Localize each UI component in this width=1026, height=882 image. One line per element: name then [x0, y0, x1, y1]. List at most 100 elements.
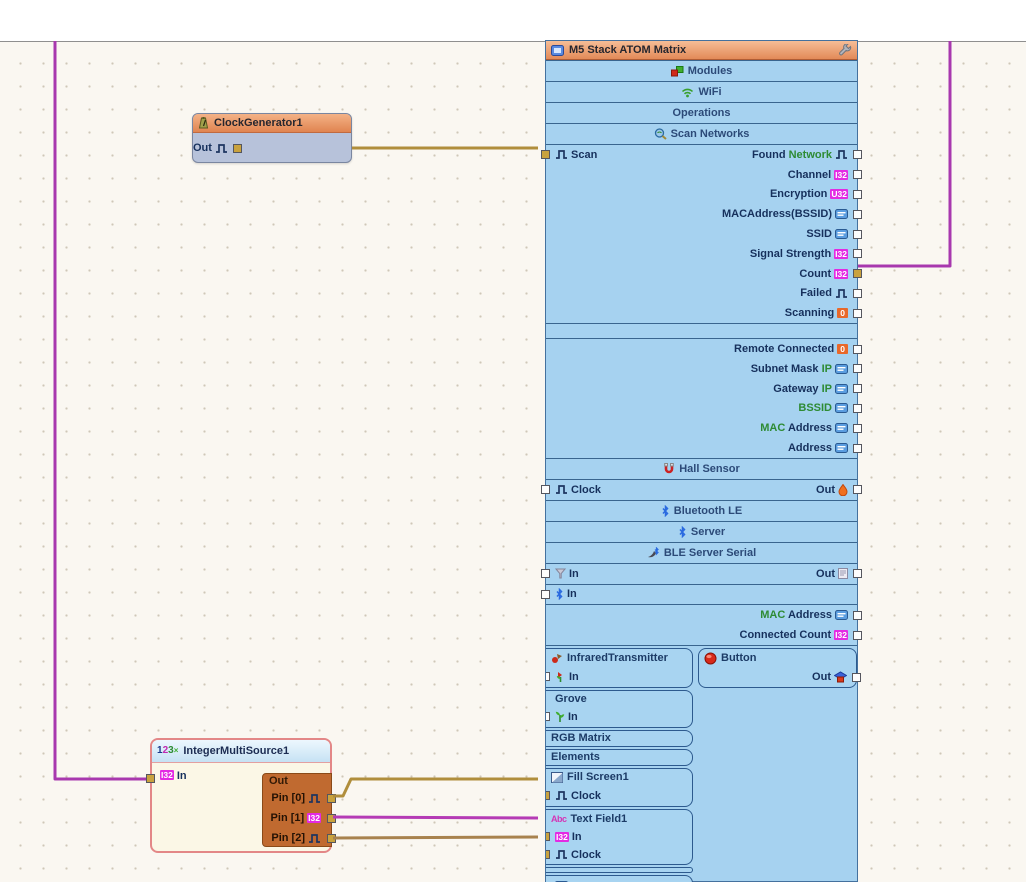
pin-address[interactable]: Address [788, 442, 857, 454]
integer-multi-source-title-bar: 123× IntegerMultiSource1 [152, 740, 330, 763]
pin-out[interactable]: Out [812, 671, 856, 683]
subpanel-in[interactable]: In [545, 875, 693, 882]
clock-pin-icon [555, 484, 568, 495]
subpanel-title: Fill Screen1 [546, 769, 692, 786]
pin-mac-address[interactable]: MAC Address [760, 609, 857, 621]
pin-connector[interactable] [853, 485, 862, 494]
pin-signal-strength[interactable]: Signal StrengthI32 [750, 248, 857, 260]
pin-connector[interactable] [541, 569, 550, 578]
pin-connector[interactable] [853, 569, 862, 578]
pin-connected-count[interactable]: Connected CountI32 [740, 629, 858, 641]
subpanel-title: RGB Matrix [546, 731, 692, 746]
pin-connector[interactable] [233, 144, 242, 153]
pin-label: BSSID [798, 402, 832, 414]
wire-pin2-to-textfield-clock[interactable] [333, 837, 538, 838]
pin-pin-1[interactable]: Pin [1]I32 [263, 808, 331, 828]
pin-connector[interactable] [853, 631, 862, 640]
clock-pin-icon [555, 149, 568, 160]
component-clock-generator[interactable]: ClockGenerator1 Out [192, 113, 352, 163]
pin-pin-2[interactable]: Pin [2] [263, 828, 331, 848]
design-canvas[interactable]: ClockGenerator1 Out 123× IntegerMultiSou… [0, 0, 1026, 882]
pin-connector[interactable] [853, 150, 862, 159]
pin-row: ChannelI32 [546, 165, 857, 185]
pin-connector[interactable] [545, 672, 550, 681]
pin-connector[interactable] [541, 150, 550, 159]
pin-clock[interactable]: Clock [546, 790, 601, 802]
subpanel-title-label: Button [721, 652, 756, 664]
pin-connector[interactable] [853, 444, 862, 453]
pin-connector[interactable] [853, 230, 862, 239]
pin-out[interactable]: Out [816, 568, 857, 580]
pin-connector[interactable] [853, 170, 862, 179]
wire-count-to-top-edge[interactable] [858, 41, 950, 266]
pin-connector[interactable] [541, 590, 550, 599]
pin-failed[interactable]: Failed [800, 287, 857, 299]
pin-connector[interactable] [327, 794, 336, 803]
component-m5-stack-atom-matrix[interactable]: M5 Stack ATOM Matrix ModulesWiFiOperatio… [545, 40, 858, 882]
subpanel-grove[interactable]: GroveIn [545, 690, 693, 728]
pin-pin-0[interactable]: Pin [0] [263, 788, 331, 808]
pin-connector[interactable] [853, 249, 862, 258]
pin-connector[interactable] [541, 485, 550, 494]
pin-bssid[interactable]: BSSID [798, 402, 857, 414]
pin-connector[interactable] [853, 424, 862, 433]
pin-in[interactable]: In [546, 711, 578, 723]
pin-connector[interactable] [545, 791, 550, 800]
pin-channel[interactable]: ChannelI32 [788, 169, 857, 181]
pin-connector[interactable] [853, 190, 862, 199]
pin-row: Subnet Mask IP [546, 359, 857, 379]
pin-scanning[interactable]: Scanning0 [785, 307, 857, 319]
pin-connector[interactable] [853, 364, 862, 373]
subpanel-spacer[interactable] [545, 867, 693, 873]
pin-connector[interactable] [146, 774, 155, 783]
pin-connector[interactable] [852, 673, 861, 682]
pin-connector[interactable] [853, 384, 862, 393]
pin-connector[interactable] [853, 345, 862, 354]
pin-connector[interactable] [853, 309, 862, 318]
pin-subnet-mask-ip[interactable]: Subnet Mask IP [751, 363, 857, 375]
wire-pin1-to-textfield-in[interactable] [333, 817, 538, 818]
text-pin-icon [835, 423, 848, 433]
subpanel-rgb-matrix[interactable]: RGB Matrix [545, 730, 693, 747]
pin-connector[interactable] [545, 712, 550, 721]
pin-scan[interactable]: Scan [546, 149, 597, 161]
pin-in[interactable]: In [546, 568, 579, 580]
pin-mac-address[interactable]: MAC Address [760, 422, 857, 434]
pin-in[interactable]: In [546, 671, 579, 683]
m5-logo-icon [551, 45, 564, 56]
pin-clock[interactable]: Clock [546, 849, 601, 861]
pin-connector[interactable] [327, 814, 336, 823]
subpanel-infraredtransmitter[interactable]: InfraredTransmitterIn [545, 648, 693, 688]
subpanel-fill-screen1[interactable]: Fill Screen1 Clock [545, 768, 693, 807]
pin-connector[interactable] [327, 834, 336, 843]
pin-in[interactable]: I32In [546, 831, 582, 843]
pin-macaddress-bssid[interactable]: MACAddress(BSSID) [722, 208, 857, 220]
pin-gateway-ip[interactable]: Gateway IP [773, 383, 857, 395]
pin-ssid[interactable]: SSID [806, 228, 857, 240]
pin-encryption[interactable]: EncryptionU32 [770, 188, 857, 200]
wire-top-edge-to-multisource-in[interactable] [55, 41, 146, 779]
m5-title: M5 Stack ATOM Matrix [569, 44, 833, 56]
pin-connector[interactable] [545, 832, 550, 841]
pin-connector[interactable] [545, 850, 550, 859]
subpanel-button[interactable]: Button Out [698, 648, 857, 688]
pin-count[interactable]: CountI32 [799, 268, 857, 280]
pin-found-network[interactable]: Found Network [752, 149, 857, 161]
pin-in[interactable]: In [546, 588, 577, 600]
wire-pin0-to-fillscreen-clock[interactable] [333, 779, 538, 796]
i32-pin-icon: I32 [834, 269, 848, 279]
pin-connector[interactable] [853, 210, 862, 219]
pin-row: In [546, 667, 692, 687]
pin-connector[interactable] [853, 404, 862, 413]
pin-remote-connected[interactable]: Remote Connected0 [734, 343, 857, 355]
pin-out[interactable]: Out [816, 484, 857, 496]
subpanel-text-field1[interactable]: AbcText Field1I32InClock [545, 809, 693, 865]
component-integer-multi-source[interactable]: 123× IntegerMultiSource1 I32In Out Pin [… [150, 738, 332, 853]
pin-connector[interactable] [853, 289, 862, 298]
pin-out[interactable]: Out [193, 142, 237, 154]
pin-connector[interactable] [853, 611, 862, 620]
pin-connector[interactable] [853, 269, 862, 278]
wrench-icon[interactable] [838, 44, 852, 57]
subpanel-elements[interactable]: Elements [545, 749, 693, 766]
pin-clock[interactable]: Clock [546, 484, 601, 496]
